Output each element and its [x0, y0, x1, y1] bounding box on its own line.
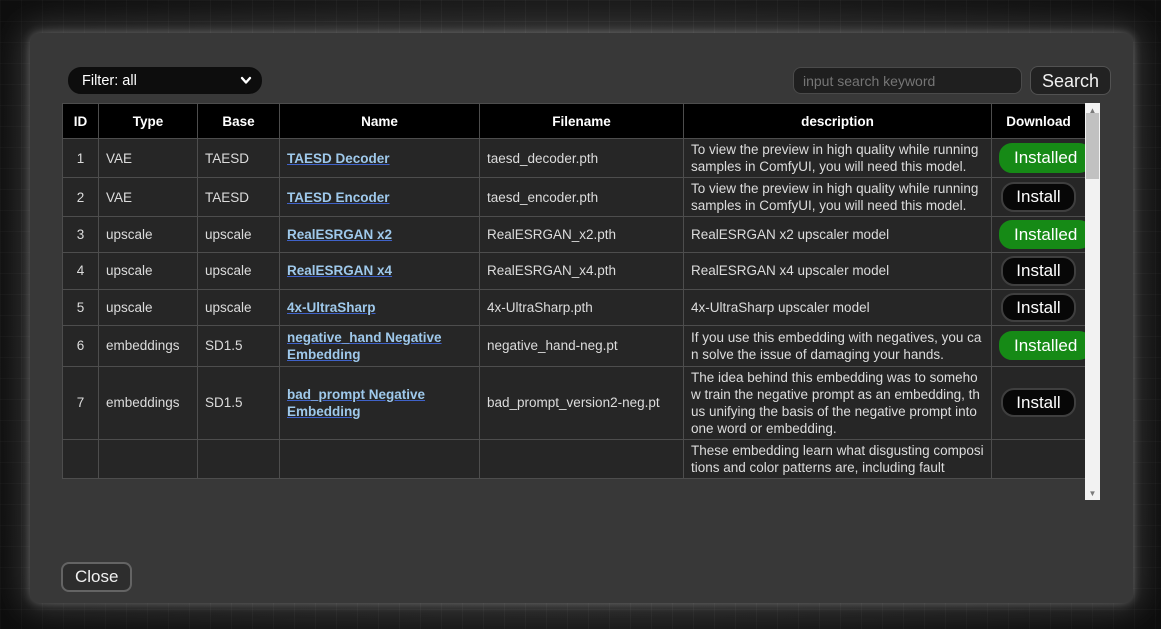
model-link[interactable]: RealESRGAN x2 [287, 227, 392, 242]
cell-name: 4x-UltraSharp [280, 289, 480, 325]
cell-id: 5 [63, 289, 99, 325]
models-table: IDTypeBaseNameFilenamedescriptionDownloa… [62, 103, 1085, 479]
table-row: These embedding learn what disgusting co… [63, 439, 1086, 478]
model-link[interactable]: bad_prompt Negative Embedding [287, 387, 425, 419]
cell-base: upscale [198, 217, 280, 253]
installed-button[interactable]: Installed [999, 331, 1085, 360]
cell-download: Install [992, 253, 1086, 289]
cell-id: 6 [63, 325, 99, 366]
install-button[interactable]: Install [1001, 293, 1075, 322]
cell-description: RealESRGAN x2 upscaler model [684, 217, 992, 253]
model-link[interactable]: 4x-UltraSharp [287, 300, 376, 315]
scrollbar-thumb[interactable] [1086, 113, 1099, 179]
cell-base: upscale [198, 289, 280, 325]
cell-base: SD1.5 [198, 325, 280, 366]
table-row: 5upscaleupscale4x-UltraSharp4x-UltraShar… [63, 289, 1086, 325]
cell-download [992, 439, 1086, 478]
cell-name: negative_hand Negative Embedding [280, 325, 480, 366]
table-row: 3upscaleupscaleRealESRGAN x2RealESRGAN_x… [63, 217, 1086, 253]
cell-description: To view the preview in high quality whil… [684, 139, 992, 178]
vertical-scrollbar[interactable]: ▲ ▼ [1085, 103, 1100, 500]
cell-id: 3 [63, 217, 99, 253]
model-link[interactable]: RealESRGAN x4 [287, 263, 392, 278]
cell-description: These embedding learn what disgusting co… [684, 439, 992, 478]
cell-type: VAE [99, 178, 198, 217]
cell-name: RealESRGAN x4 [280, 253, 480, 289]
cell-base: TAESD [198, 178, 280, 217]
cell-name: TAESD Decoder [280, 139, 480, 178]
cell-filename: negative_hand-neg.pt [480, 325, 684, 366]
cell-name [280, 439, 480, 478]
cell-name: TAESD Encoder [280, 178, 480, 217]
cell-id: 1 [63, 139, 99, 178]
cell-base: TAESD [198, 139, 280, 178]
cell-name: bad_prompt Negative Embedding [280, 366, 480, 439]
cell-filename: taesd_encoder.pth [480, 178, 684, 217]
cell-type: VAE [99, 139, 198, 178]
cell-download: Install [992, 289, 1086, 325]
scrollbar-down-icon[interactable]: ▼ [1085, 486, 1100, 500]
cell-download: Installed [992, 325, 1086, 366]
search-input[interactable] [793, 67, 1022, 94]
table-header-row: IDTypeBaseNameFilenamedescriptionDownloa… [63, 104, 1086, 139]
column-header-base: Base [198, 104, 280, 139]
models-table-wrap: IDTypeBaseNameFilenamedescriptionDownloa… [62, 103, 1085, 500]
cell-base: upscale [198, 253, 280, 289]
table-row: 1VAETAESD TAESD Decoder taesd_decoder.pthT… [63, 139, 1086, 178]
cell-download: Installed [992, 139, 1086, 178]
cell-description: 4x-UltraSharp upscaler model [684, 289, 992, 325]
filter-select-wrap: Filter: all [68, 67, 262, 94]
cell-name: RealESRGAN x2 [280, 217, 480, 253]
cell-id [63, 439, 99, 478]
cell-description: If you use this embedding with negatives… [684, 325, 992, 366]
model-link[interactable]: negative_hand Negative Embedding [287, 330, 442, 362]
cell-filename: bad_prompt_version2-neg.pt [480, 366, 684, 439]
cell-filename: RealESRGAN_x4.pth [480, 253, 684, 289]
install-button[interactable]: Install [1001, 182, 1075, 211]
cell-base: SD1.5 [198, 366, 280, 439]
column-header-description: description [684, 104, 992, 139]
cell-type: upscale [99, 253, 198, 289]
comfyui-canvas-background: Filter: all Search IDTypeBaseNameFilenam… [0, 0, 1161, 629]
model-link[interactable]: TAESD Encoder [287, 190, 390, 205]
table-row: 7embeddingsSD1.5bad_prompt Negative Embe… [63, 366, 1086, 439]
cell-filename [480, 439, 684, 478]
table-row: 6embeddingsSD1.5negative_hand Negative E… [63, 325, 1086, 366]
cell-filename: 4x-UltraSharp.pth [480, 289, 684, 325]
column-header-id: ID [63, 104, 99, 139]
table-row: 4upscaleupscaleRealESRGAN x4RealESRGAN_x… [63, 253, 1086, 289]
cell-filename: taesd_decoder.pth [480, 139, 684, 178]
cell-description: The idea behind this embedding was to so… [684, 366, 992, 439]
cell-description: To view the preview in high quality whil… [684, 178, 992, 217]
cell-id: 7 [63, 366, 99, 439]
column-header-type: Type [99, 104, 198, 139]
table-row: 2VAETAESD TAESD Encoder taesd_encoder.pthT… [63, 178, 1086, 217]
cell-type: embeddings [99, 325, 198, 366]
install-models-dialog: Filter: all Search IDTypeBaseNameFilenam… [30, 33, 1133, 603]
close-button[interactable]: Close [61, 562, 132, 592]
install-button[interactable]: Install [1001, 388, 1075, 417]
filter-select[interactable]: Filter: all [68, 67, 262, 94]
cell-filename: RealESRGAN_x2.pth [480, 217, 684, 253]
column-header-name: Name [280, 104, 480, 139]
installed-button[interactable]: Installed [999, 220, 1085, 249]
cell-type [99, 439, 198, 478]
column-header-filename: Filename [480, 104, 684, 139]
search-button[interactable]: Search [1030, 66, 1111, 95]
model-link[interactable]: TAESD Decoder [287, 151, 390, 166]
install-button[interactable]: Install [1001, 256, 1075, 285]
cell-type: upscale [99, 289, 198, 325]
cell-description: RealESRGAN x4 upscaler model [684, 253, 992, 289]
installed-button[interactable]: Installed [999, 143, 1085, 172]
cell-type: embeddings [99, 366, 198, 439]
cell-type: upscale [99, 217, 198, 253]
column-header-download: Download [992, 104, 1086, 139]
cell-download: Install [992, 366, 1086, 439]
cell-download: Install [992, 178, 1086, 217]
cell-id: 4 [63, 253, 99, 289]
cell-id: 2 [63, 178, 99, 217]
cell-download: Installed [992, 217, 1086, 253]
cell-base [198, 439, 280, 478]
